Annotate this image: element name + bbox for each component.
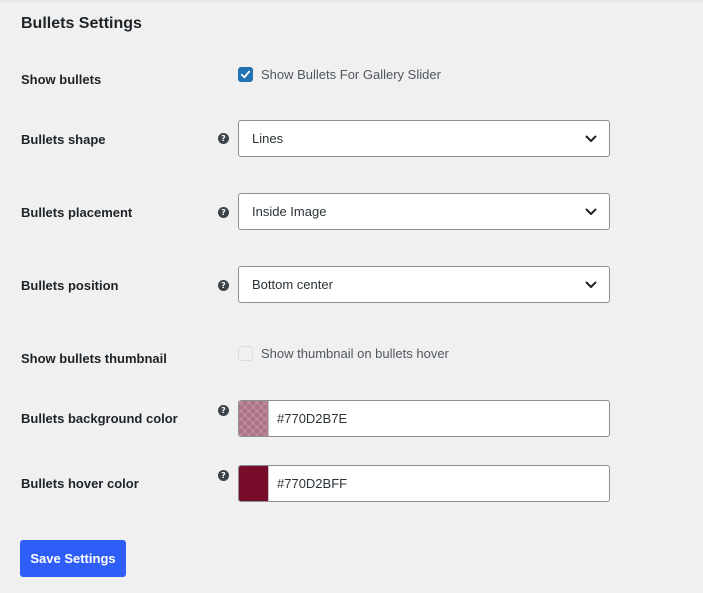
show-bullets-label: Show bullets: [21, 72, 102, 87]
show-bullets-thumbnail-option[interactable]: Show thumbnail on bullets hover: [238, 346, 449, 361]
bullets-hover-color-label: Bullets hover color: [21, 476, 139, 491]
bullets-background-color-field[interactable]: #770D2B7E: [238, 400, 610, 437]
bullets-position-select[interactable]: Bottom center: [238, 266, 610, 303]
show-bullets-thumbnail-checkbox[interactable]: [238, 346, 253, 361]
bullets-placement-label: Bullets placement: [21, 205, 133, 220]
color-swatch[interactable]: [239, 466, 269, 501]
bullets-background-color-label: Bullets background color: [21, 411, 178, 426]
question-circle-icon[interactable]: ?: [218, 280, 229, 291]
show-bullets-thumbnail-checkbox-label: Show thumbnail on bullets hover: [261, 346, 449, 361]
show-bullets-checkbox-label: Show Bullets For Gallery Slider: [261, 67, 441, 82]
bullets-shape-selected-value: Lines: [252, 131, 284, 146]
question-circle-icon[interactable]: ?: [218, 133, 229, 144]
bullets-shape-select[interactable]: Lines: [238, 120, 610, 157]
bullets-position-label: Bullets position: [21, 278, 119, 293]
bullets-placement-select[interactable]: Inside Image: [238, 193, 610, 230]
chevron-down-icon: [585, 135, 597, 142]
save-settings-button[interactable]: Save Settings: [20, 540, 126, 577]
chevron-down-icon: [585, 208, 597, 215]
bullets-position-selected-value: Bottom center: [252, 277, 333, 292]
top-shadow: [0, 0, 703, 4]
question-circle-icon[interactable]: ?: [218, 405, 229, 416]
bullets-shape-label: Bullets shape: [21, 132, 106, 147]
show-bullets-thumbnail-label: Show bullets thumbnail: [21, 351, 167, 366]
question-circle-icon[interactable]: ?: [218, 207, 229, 218]
page-title: Bullets Settings: [21, 15, 142, 32]
bullets-placement-selected-value: Inside Image: [252, 204, 327, 219]
show-bullets-checkbox[interactable]: [238, 67, 253, 82]
bullets-hover-color-value[interactable]: #770D2BFF: [269, 476, 347, 491]
checkmark-icon: [240, 70, 251, 79]
show-bullets-option[interactable]: Show Bullets For Gallery Slider: [238, 67, 441, 82]
bullets-background-color-value[interactable]: #770D2B7E: [269, 411, 347, 426]
chevron-down-icon: [585, 281, 597, 288]
color-swatch-fill: [239, 401, 268, 436]
question-circle-icon[interactable]: ?: [218, 470, 229, 481]
bullets-hover-color-field[interactable]: #770D2BFF: [238, 465, 610, 502]
color-swatch[interactable]: [239, 401, 269, 436]
